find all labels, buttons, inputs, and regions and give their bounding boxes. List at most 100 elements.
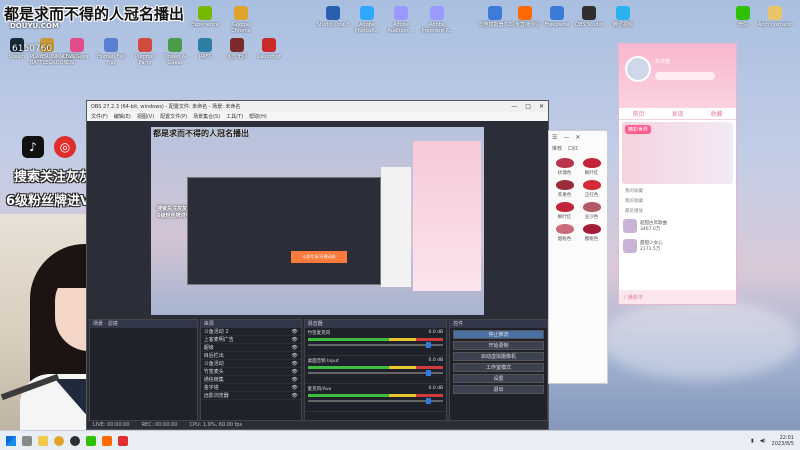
control-button[interactable]: 启动虚拟摄像机 (453, 352, 544, 361)
desktop-icon[interactable]: Freeplane (540, 6, 574, 28)
source-row[interactable]: 目后栏出 👁 (200, 352, 301, 360)
desktop-icon[interactable]: Adobe Premiere P... (420, 6, 454, 34)
music-nav-item[interactable]: 发现 (671, 109, 683, 118)
source-row[interactable]: 上客麦明广告 👁 (200, 336, 301, 344)
lipstick-tab[interactable]: 口红 (565, 143, 581, 154)
visibility-icon[interactable]: 👁 (291, 337, 297, 343)
desktop-icon[interactable]: Pummel Party (128, 38, 162, 66)
desktop-icon[interactable]: 斗鱼直播伴侣 (508, 6, 542, 28)
lipstick-window[interactable]: ☰ — ✕ 推荐 口红 玫瑰色 枫叶红 浆果色 正红色 枫叶红 豆沙色 烟粉色 樱桃色 (548, 130, 608, 384)
douyu-icon[interactable] (102, 435, 112, 446)
slider-knob[interactable] (426, 342, 432, 348)
lipstick-tab[interactable]: 推荐 (549, 143, 565, 154)
file-explorer-icon[interactable] (38, 435, 48, 446)
volume-icon[interactable]: ◀) (760, 438, 766, 444)
visibility-icon[interactable]: 👁 (291, 345, 297, 351)
close-icon[interactable]: ✕ (575, 134, 580, 141)
menu-item[interactable]: 帮助(H) (249, 113, 267, 120)
control-button[interactable]: 停止推流 (453, 330, 544, 339)
volume-slider[interactable] (307, 398, 444, 404)
visibility-icon[interactable]: 👁 (291, 329, 297, 335)
wechat-icon[interactable] (86, 435, 96, 446)
control-button[interactable]: 设置 (453, 374, 544, 383)
search-input[interactable] (655, 72, 715, 80)
mixer-dock[interactable]: 混音器 竹签麦克风 0.0 dB 桌面音频 Input 0.0 dB 麦克风/Aux 0.… (303, 319, 448, 421)
control-button[interactable]: 工作室模式 (453, 363, 544, 372)
desktop-icon[interactable]: 雷电模拟器7.2 (478, 6, 512, 28)
controls-dock[interactable]: 控件 停止推流 开始录制 启动虚拟摄像机 工作室模式 设置 退出 (449, 319, 548, 421)
source-row[interactable]: 斗鱼活动 2 👁 (200, 328, 301, 336)
slider-knob[interactable] (426, 370, 432, 376)
music-nav-item[interactable]: 收藏 (710, 109, 722, 118)
desktop-icon[interactable]: Adobe Photosh... (350, 6, 384, 34)
source-row[interactable]: 斗鱼活动 👁 (200, 360, 301, 368)
menu-item[interactable]: 视图(V) (137, 113, 154, 120)
desktop-icon[interactable]: Human Fall Flat (94, 38, 128, 66)
source-row[interactable]: 远影浏览器 👁 (200, 392, 301, 400)
desktop-icon[interactable]: Administrator (758, 6, 792, 28)
control-button[interactable]: 退出 (453, 385, 544, 394)
source-row[interactable]: 金字塔 👁 (200, 384, 301, 392)
music-menu-item[interactable]: 我的收藏 (619, 196, 736, 206)
visibility-icon[interactable]: 👁 (291, 393, 297, 399)
visibility-icon[interactable]: 👁 (291, 369, 297, 375)
music-player-bar[interactable]: ♪ 播放中 (619, 290, 736, 304)
minimize-icon[interactable]: — (511, 103, 517, 110)
source-row[interactable]: 竹签麦头 👁 (200, 368, 301, 376)
obs-preview[interactable]: 都是求而不得的人冠名播出 搜索关注灰灰酱 6级粉丝牌进VX群 斗鱼专享/开播动态 (151, 127, 484, 315)
search-icon[interactable] (22, 435, 32, 446)
volume-slider[interactable] (307, 342, 444, 348)
lipstick-item[interactable]: 樱桃色 (578, 224, 605, 242)
lipstick-item[interactable]: 玫瑰色 (551, 158, 578, 176)
playlist-card[interactable]: 甜甜少女心 2171.5万 (619, 236, 736, 256)
desktop-icon[interactable]: Fall Guys (60, 38, 94, 60)
lipstick-item[interactable]: 烟粉色 (551, 224, 578, 242)
obs-window[interactable]: OBS 27.2.3 (64-bit, windows) - 配置文件: 未命名… (86, 100, 549, 430)
maximize-icon[interactable]: □ (525, 103, 531, 110)
lipstick-item[interactable]: 正红色 (578, 180, 605, 198)
chrome-icon[interactable] (54, 435, 64, 446)
lipstick-item[interactable]: 浆果色 (551, 180, 578, 198)
desktop-icon[interactable]: 永劫无间 (220, 38, 254, 60)
visibility-icon[interactable]: 👁 (291, 361, 297, 367)
minimize-icon[interactable]: — (563, 134, 569, 141)
desktop-icon[interactable]: 微信 (726, 6, 760, 28)
control-button[interactable]: 开始录制 (453, 341, 544, 350)
avatar[interactable] (625, 56, 651, 82)
desktop-icon[interactable]: Adobe Audition ... (384, 6, 418, 34)
music-nav-item[interactable]: 首页 (632, 109, 644, 118)
playlist-card[interactable]: 超甜古风歌曲 3467.0万 (619, 216, 736, 236)
desktop-icon[interactable]: Experience (188, 6, 222, 28)
music-window[interactable]: 灰灰酱 首页 发现 收藏 精彩世界 我的收藏 我的收藏 最近播放 超甜古风歌曲 3467.… (618, 43, 737, 305)
scenes-dock[interactable]: 场景 · 滤镜 (89, 319, 198, 421)
lipstick-item[interactable]: 枫叶红 (551, 202, 578, 220)
menu-item[interactable]: 配置文件(P) (160, 113, 187, 120)
menu-item[interactable]: 工具(T) (226, 113, 243, 120)
music-menu-item[interactable]: 我的收藏 (619, 186, 736, 196)
desktop-icon[interactable]: Studio One 3 (316, 6, 350, 28)
menu-item[interactable]: 场景集合(S) (193, 113, 220, 120)
music-menu-item[interactable]: 最近播放 (619, 206, 736, 216)
desktop-icon[interactable]: Launcher (252, 38, 286, 60)
netease-music-icon[interactable] (118, 435, 128, 446)
filters-label[interactable]: 滤镜 (108, 321, 118, 327)
clock[interactable]: 22:01 2023/8/5 (772, 435, 794, 447)
lipstick-item[interactable]: 枫叶红 (578, 158, 605, 176)
source-row[interactable]: 超级 👁 (200, 344, 301, 352)
desktop-icon[interactable]: RAFT (188, 38, 222, 60)
slider-knob[interactable] (426, 398, 432, 404)
desktop-icon[interactable]: Drawn & Guess (158, 38, 192, 66)
volume-slider[interactable] (307, 370, 444, 376)
visibility-icon[interactable]: 👁 (291, 353, 297, 359)
music-banner[interactable]: 精彩世界 (622, 122, 733, 184)
sources-dock[interactable]: 来源 斗鱼活动 2 👁 上客麦明广告 👁 超级 👁 目后栏出 👁 斗鱼活动 👁 竹签麦头 👁 通信链集 👁… (199, 319, 302, 421)
close-icon[interactable]: ✕ (539, 103, 544, 110)
visibility-icon[interactable]: 👁 (291, 377, 297, 383)
obs-titlebar[interactable]: OBS 27.2.3 (64-bit, windows) - 配置文件: 未命名… (87, 101, 548, 112)
source-row[interactable]: 通信链集 👁 (200, 376, 301, 384)
windows-start-icon[interactable] (6, 435, 16, 446)
network-icon[interactable]: ▮ (751, 438, 754, 444)
menu-item[interactable]: 文件(F) (91, 113, 108, 120)
desktop-icon[interactable]: 腾讯视频 (606, 6, 640, 28)
desktop-icon[interactable]: Google Chrome (224, 6, 258, 34)
